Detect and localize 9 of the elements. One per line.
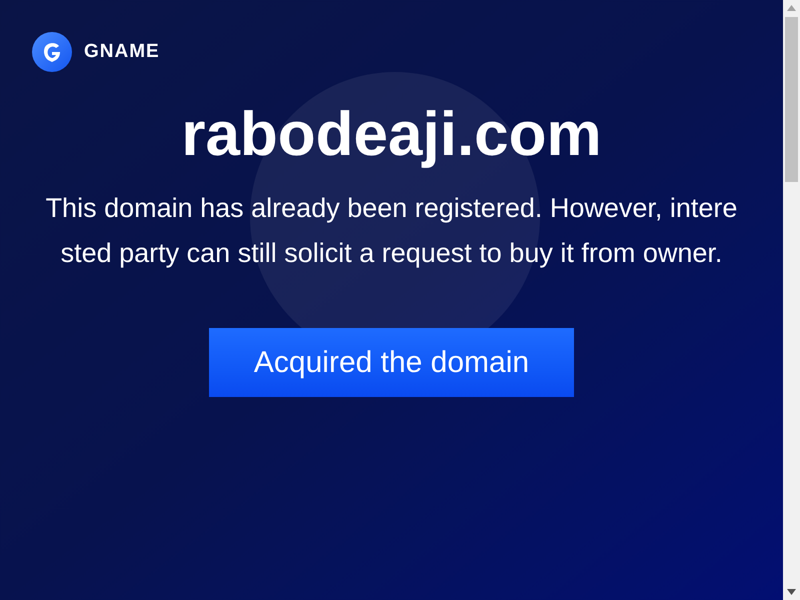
scroll-up-icon[interactable] bbox=[787, 5, 796, 11]
acquire-button[interactable]: Acquired the domain bbox=[209, 328, 574, 398]
logo-icon bbox=[32, 32, 72, 72]
scrollbar[interactable] bbox=[783, 0, 800, 600]
domain-title: rabodeaji.com bbox=[181, 99, 602, 171]
brand-name: GNAME bbox=[84, 40, 160, 64]
scroll-down-icon[interactable] bbox=[787, 589, 796, 595]
scrollbar-thumb[interactable] bbox=[785, 17, 798, 182]
domain-message: This domain has already been registered. However, interested party can still solicit a request to buy it from owner. bbox=[44, 192, 738, 270]
